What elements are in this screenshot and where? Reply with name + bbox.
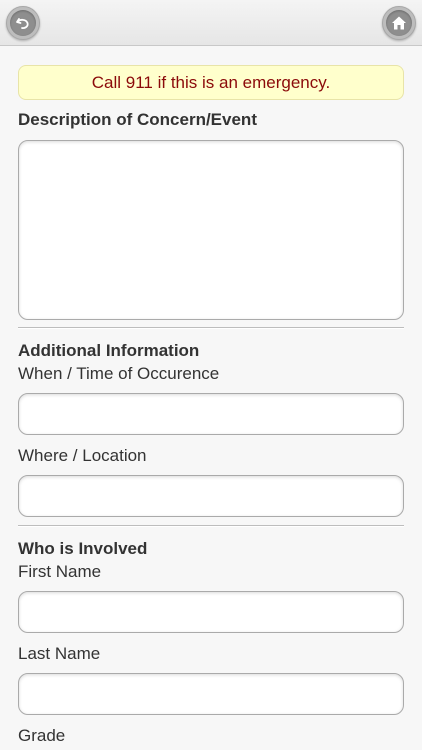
section-divider: [18, 525, 404, 527]
last-name-label: Last Name: [18, 644, 101, 663]
description-textarea[interactable]: [18, 140, 404, 320]
emergency-alert-banner: Call 911 if this is an emergency.: [18, 65, 404, 100]
when-time-input[interactable]: [18, 393, 404, 435]
last-name-input[interactable]: [18, 673, 404, 715]
who-involved-section-title: Who is Involved: [18, 539, 148, 558]
section-divider: [18, 327, 404, 329]
top-navigation-bar: [0, 0, 422, 46]
home-button[interactable]: [382, 6, 416, 40]
description-section-title: Description of Concern/Event: [18, 110, 257, 129]
first-name-label: First Name: [18, 562, 102, 581]
additional-info-section-title: Additional Information: [18, 341, 200, 360]
where-location-label: Where / Location: [18, 446, 147, 465]
back-button[interactable]: [6, 6, 40, 40]
when-time-label: When / Time of Occurence: [18, 364, 220, 383]
back-arrow-icon: [16, 18, 29, 29]
where-location-input[interactable]: [18, 475, 404, 517]
first-name-input[interactable]: [18, 591, 404, 633]
emergency-alert-text: Call 911 if this is an emergency.: [91, 73, 331, 92]
home-icon: [392, 16, 406, 30]
grade-label: Grade: [18, 726, 66, 745]
